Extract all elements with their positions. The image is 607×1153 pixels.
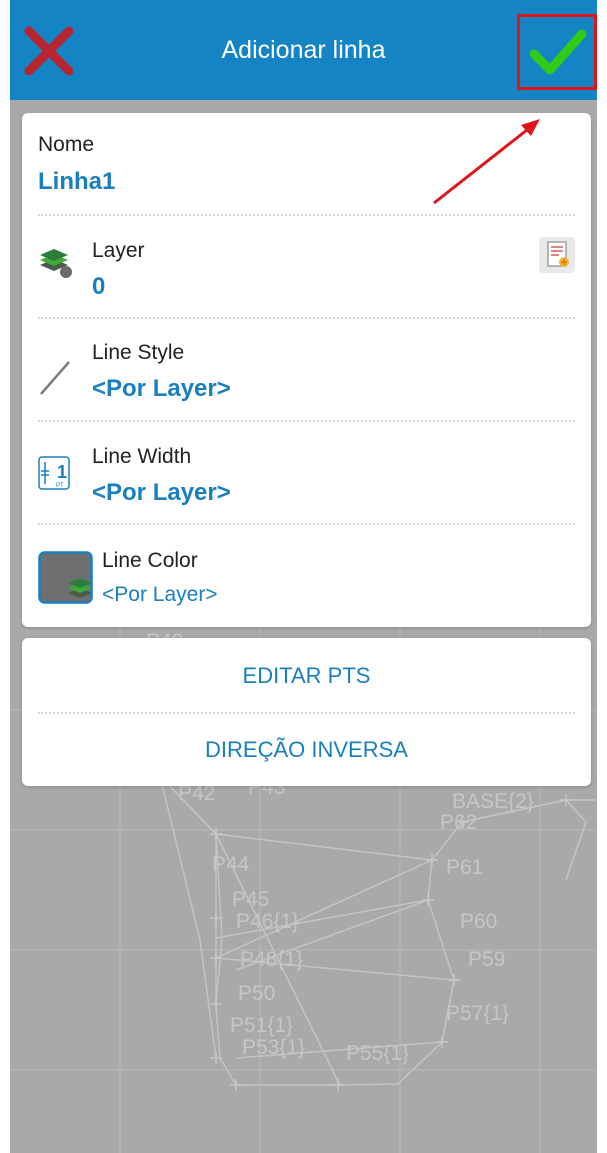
checkmark-icon [529,29,587,75]
name-value[interactable]: Linha1 [38,168,115,196]
point-label: P50 [238,982,276,1005]
point-label: P57{1} [446,1002,510,1025]
point-label: P51{1} [230,1014,294,1037]
point-label: P60 [460,910,498,933]
layer-value: 0 [92,273,106,300]
screen-title: Adicionar linha [221,36,386,64]
svg-text:1: 1 [57,462,67,482]
divider [38,214,575,216]
svg-text:PT: PT [56,483,64,489]
point-label: P44 [212,853,250,876]
point-label: P55{1} [346,1042,410,1065]
point-label: P48{1} [240,948,304,971]
layer-list-icon[interactable] [539,237,575,273]
line-width-icon: 1 PT [38,456,70,495]
app-bar: Adicionar linha [10,0,597,100]
divider [38,523,575,525]
confirm-button[interactable] [517,14,597,90]
line-width-value: <Por Layer> [92,479,231,506]
screen-edge-left [0,0,10,1153]
actions-panel: EDITAR PTS DIREÇÃO INVERSA [22,638,591,786]
name-label: Nome [38,133,95,156]
line-style-icon [38,359,72,402]
edit-points-button[interactable]: EDITAR PTS [22,640,591,712]
point-label: P61 [446,856,484,879]
point-label: P45 [232,888,270,911]
line-width-label: Line Width [92,445,192,468]
layer-label: Layer [92,239,145,262]
divider [38,420,575,422]
point-label: P59 [468,948,506,971]
point-label: P62 [440,811,478,834]
line-properties-panel: Nome Linha1 Layer 0 Line Style <Por Laye… [22,113,591,627]
screen-edge-right [597,0,607,1153]
point-label: P46{1} [236,910,300,933]
layers-icon [38,249,74,284]
color-swatch-icon [38,551,96,612]
line-style-label: Line Style [92,341,185,364]
line-color-label: Line Color [102,549,198,572]
line-style-value: <Por Layer> [92,375,231,402]
divider [38,317,575,319]
reverse-direction-button[interactable]: DIREÇÃO INVERSA [22,714,591,786]
line-color-value: <Por Layer> [102,583,218,606]
point-label: P53{1} [242,1036,306,1059]
